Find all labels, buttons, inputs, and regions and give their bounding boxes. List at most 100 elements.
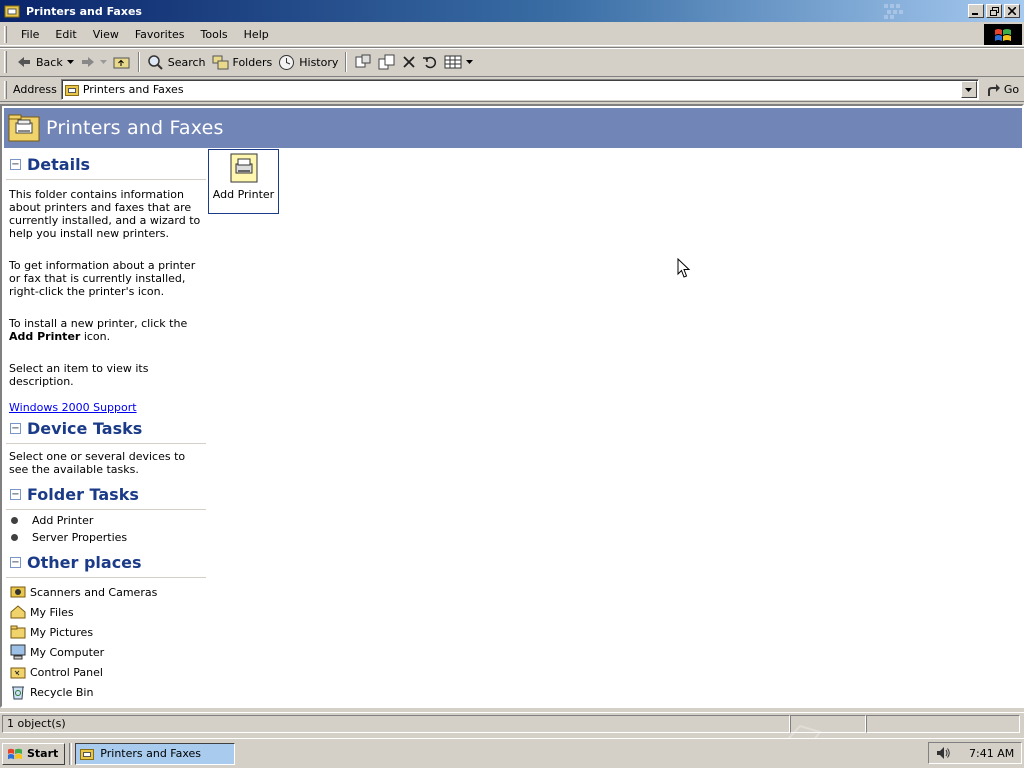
- task-add-printer[interactable]: Add Printer: [6, 512, 206, 529]
- move-to-icon: [355, 54, 371, 68]
- menu-favorites[interactable]: Favorites: [127, 23, 193, 46]
- task-label: Add Printer: [32, 514, 94, 527]
- search-label: Search: [167, 55, 206, 69]
- address-value[interactable]: Printers and Faxes: [83, 83, 961, 96]
- device-tasks-title: Device Tasks: [27, 419, 143, 438]
- folder-tasks-title: Folder Tasks: [27, 485, 139, 504]
- search-button[interactable]: Search: [144, 50, 209, 74]
- printers-folder-icon: [64, 85, 79, 96]
- window-title: Printers and Faxes: [26, 4, 142, 18]
- views-icon: [444, 55, 462, 69]
- title-bar[interactable]: Printers and Faxes: [0, 0, 1024, 22]
- computer-icon: [10, 644, 26, 660]
- menu-bar: File Edit View Favorites Tools Help: [0, 23, 1024, 46]
- history-icon: [279, 54, 295, 70]
- folder-banner: Printers and Faxes: [4, 108, 1022, 148]
- close-button[interactable]: [1004, 4, 1020, 18]
- go-button[interactable]: Go: [985, 83, 1019, 97]
- place-scanners-and-cameras[interactable]: Scanners and Cameras: [6, 582, 206, 602]
- clock[interactable]: 7:41 AM: [969, 747, 1014, 760]
- place-label: Control Panel: [30, 665, 103, 679]
- menu-help[interactable]: Help: [236, 23, 277, 46]
- delete-button[interactable]: [399, 50, 419, 74]
- menu-view[interactable]: View: [85, 23, 127, 46]
- banner-title: Printers and Faxes: [46, 117, 224, 139]
- up-folder-icon: [113, 57, 130, 69]
- task-server-properties[interactable]: Server Properties: [6, 529, 206, 546]
- add-printer-label: Add Printer: [212, 188, 275, 201]
- task-printers-and-faxes[interactable]: Printers and Faxes: [75, 742, 236, 765]
- forward-arrow-icon: [81, 57, 94, 67]
- collapse-toggle-icon[interactable]: −: [10, 423, 21, 434]
- task-pane: − Details This folder contains informati…: [6, 150, 206, 706]
- task-label: Printers and Faxes: [100, 747, 202, 760]
- windows-support-link[interactable]: Windows 2000 Support: [6, 401, 137, 414]
- menu-edit[interactable]: Edit: [47, 23, 84, 46]
- undo-button[interactable]: [419, 50, 441, 74]
- status-panel: [790, 714, 866, 733]
- windows-flag-icon: [995, 28, 1011, 41]
- control-panel-icon: [10, 664, 26, 680]
- collapse-toggle-icon[interactable]: −: [10, 557, 21, 568]
- history-button[interactable]: History: [275, 50, 341, 74]
- device-tasks-text: Select one or several devices to see the…: [9, 450, 186, 476]
- mouse-cursor-icon: [677, 258, 691, 278]
- details-section-header[interactable]: − Details: [6, 150, 206, 180]
- copy-to-button[interactable]: [375, 50, 399, 74]
- toolbar-separator: [137, 52, 140, 72]
- place-label: My Files: [30, 605, 74, 619]
- minimize-icon: [972, 13, 978, 15]
- details-intro-text: This folder contains information about p…: [9, 188, 201, 240]
- printers-folder-large-icon: [8, 114, 40, 142]
- toolbar-separator: [345, 52, 348, 72]
- menu-tools[interactable]: Tools: [193, 23, 236, 46]
- views-button[interactable]: [441, 50, 476, 74]
- back-dropdown-icon[interactable]: [66, 60, 74, 64]
- forward-button[interactable]: [77, 50, 110, 74]
- address-grip[interactable]: [4, 80, 7, 99]
- title-decoration-icon: [884, 4, 903, 19]
- place-label: My Computer: [30, 645, 105, 659]
- chevron-down-icon: [965, 87, 973, 92]
- printers-folder-icon: [4, 5, 20, 18]
- menu-file[interactable]: File: [13, 23, 47, 46]
- printers-folder-icon: [80, 749, 95, 760]
- recycle-bin-icon: [10, 684, 26, 700]
- folder-icon: [10, 624, 26, 640]
- menu-grip[interactable]: [4, 25, 7, 43]
- other-places-section-header[interactable]: − Other places: [6, 548, 206, 578]
- views-dropdown-icon[interactable]: [466, 60, 474, 64]
- taskbar-grip: [69, 742, 73, 765]
- start-button[interactable]: Start: [2, 742, 66, 765]
- address-dropdown-button[interactable]: [960, 81, 977, 98]
- move-to-button[interactable]: [351, 50, 375, 74]
- folders-button[interactable]: Folders: [209, 50, 276, 74]
- collapse-toggle-icon[interactable]: −: [10, 489, 21, 500]
- back-button[interactable]: Back: [13, 50, 77, 74]
- install-text-pre: To install a new printer, click the: [9, 317, 188, 330]
- taskbar: Start Printers and Faxes 7:41 AM: [0, 738, 1024, 768]
- minimize-button[interactable]: [968, 4, 984, 18]
- forward-dropdown-icon[interactable]: [99, 60, 107, 64]
- address-bar: Address Printers and Faxes Go: [0, 78, 1024, 102]
- place-my-computer[interactable]: My Computer: [6, 642, 206, 662]
- other-places-title: Other places: [27, 553, 142, 572]
- collapse-toggle-icon[interactable]: −: [10, 159, 21, 170]
- toolbar-grip[interactable]: [4, 51, 7, 73]
- status-bar: 1 object(s): [0, 712, 1024, 734]
- search-icon: [147, 54, 163, 70]
- details-select-text: Select an item to view its description.: [9, 362, 149, 388]
- up-folder-button[interactable]: [110, 50, 134, 74]
- folder-tasks-section-header[interactable]: − Folder Tasks: [6, 480, 206, 510]
- device-tasks-section-header[interactable]: − Device Tasks: [6, 414, 206, 444]
- place-recycle-bin[interactable]: Recycle Bin: [6, 682, 206, 702]
- place-my-files[interactable]: My Files: [6, 602, 206, 622]
- volume-icon[interactable]: [935, 745, 951, 761]
- details-title: Details: [27, 155, 91, 174]
- place-control-panel[interactable]: Control Panel: [6, 662, 206, 682]
- restore-button[interactable]: [986, 4, 1002, 18]
- add-printer-item[interactable]: Add Printer: [208, 149, 279, 214]
- address-input[interactable]: Printers and Faxes: [60, 79, 979, 100]
- place-my-pictures[interactable]: My Pictures: [6, 622, 206, 642]
- go-label: Go: [1003, 83, 1020, 96]
